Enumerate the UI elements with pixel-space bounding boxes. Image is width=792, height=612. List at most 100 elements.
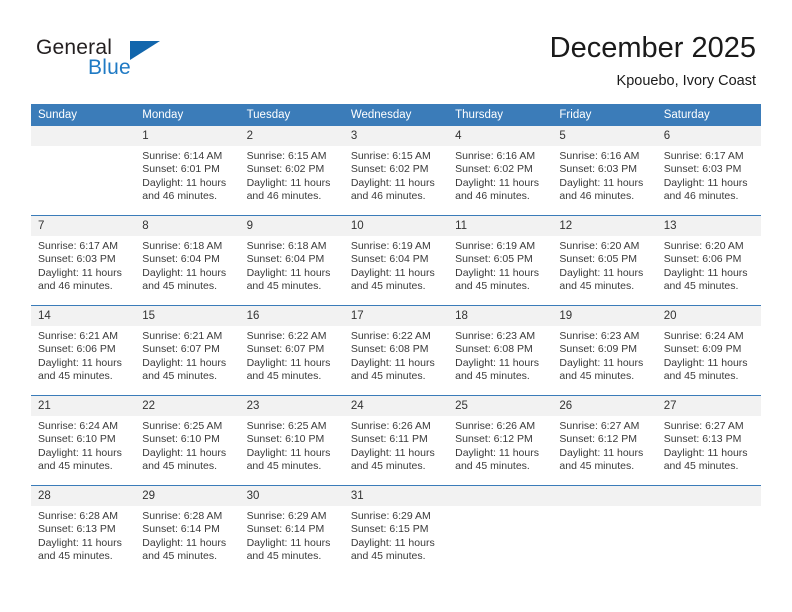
day-number: 11 [448,216,553,236]
calendar-day-cell[interactable]: 12 Sunrise: 6:20 AM Sunset: 6:05 PM Dayligh… [552,215,657,306]
day-sun-info: Sunrise: 6:16 AM Sunset: 6:02 PM Daylight:… [448,146,552,204]
daylight-duration-line1: Daylight: 11 hours [350,446,435,459]
calendar-day-cell[interactable]: 25 Sunrise: 6:26 AM Sunset: 6:12 PM Dayligh… [448,395,553,486]
calendar-day-cell[interactable]: 16 Sunrise: 6:22 AM Sunset: 6:07 PM Dayligh… [239,305,344,396]
daylight-duration-line2: and 45 minutes. [663,460,739,473]
sunset-time: Sunset: 6:15 PM [350,523,429,536]
daylight-duration-line2: and 46 minutes. [142,190,217,203]
daylight-duration-line2: and 45 minutes. [246,550,322,563]
calendar-day-cell[interactable]: 1 Sunrise: 6:14 AM Sunset: 6:01 PM Daylight… [135,126,240,216]
calendar-day-cell[interactable]: 9 Sunrise: 6:18 AM Sunset: 6:04 PM Daylight… [239,215,344,306]
calendar-day-cell[interactable]: 11 Sunrise: 6:19 AM Sunset: 6:05 PM Dayligh… [448,215,553,306]
calendar-day-cell[interactable]: 29 Sunrise: 6:28 AM Sunset: 6:14 PM Dayligh… [135,485,240,575]
calendar-day-cell[interactable]: 18 Sunrise: 6:23 AM Sunset: 6:08 PM Dayligh… [448,305,553,396]
sunrise-time: Sunrise: 6:25 AM [142,420,223,432]
sunrise-time: Sunrise: 6:25 AM [246,420,327,432]
calendar-week-row: 1 Sunrise: 6:14 AM Sunset: 6:01 PM Daylight… [31,126,761,216]
calendar-table: Sunday Monday Tuesday Wednesday Thursday… [31,104,761,575]
day-number: 24 [343,396,449,416]
calendar-day-cell[interactable]: 14 Sunrise: 6:21 AM Sunset: 6:06 PM Dayligh… [31,305,136,396]
calendar-day-cell[interactable]: 31 Sunrise: 6:29 AM Sunset: 6:15 PM Dayligh… [343,485,449,575]
daylight-duration-line1: Daylight: 11 hours [38,446,122,459]
sunset-time: Sunset: 6:03 PM [38,253,116,266]
calendar-day-cell[interactable]: 28 Sunrise: 6:28 AM Sunset: 6:13 PM Dayligh… [31,485,136,575]
calendar-day-cell[interactable]: 3 Sunrise: 6:15 AM Sunset: 6:02 PM Daylight… [343,126,449,216]
daylight-duration-line2: and 45 minutes. [38,370,113,383]
daylight-duration-line2: and 45 minutes. [38,550,113,563]
calendar-day-cell[interactable]: 2 Sunrise: 6:15 AM Sunset: 6:02 PM Daylight… [239,126,344,216]
day-number: 16 [239,306,344,326]
daylight-duration-line2: and 45 minutes. [38,460,113,473]
sunrise-time: Sunrise: 6:17 AM [663,150,744,162]
day-number: 27 [656,396,761,416]
daylight-duration-line1: Daylight: 11 hours [142,446,227,459]
calendar-day-cell-empty [31,126,136,216]
sunrise-time: Sunrise: 6:20 AM [559,240,640,252]
sunset-time: Sunset: 6:03 PM [663,163,742,176]
day-number: 18 [448,306,553,326]
calendar-day-cell[interactable]: 23 Sunrise: 6:25 AM Sunset: 6:10 PM Dayligh… [239,395,344,486]
day-number [448,486,553,506]
sunset-time: Sunset: 6:08 PM [455,343,533,356]
calendar-day-cell[interactable]: 26 Sunrise: 6:27 AM Sunset: 6:12 PM Dayligh… [552,395,657,486]
day-sun-info: Sunrise: 6:15 AM Sunset: 6:02 PM Daylight:… [240,146,344,204]
sunset-time: Sunset: 6:07 PM [142,343,220,356]
daylight-duration-line1: Daylight: 11 hours [663,266,748,279]
daylight-duration-line2: and 46 minutes. [663,190,739,203]
calendar-day-cell[interactable]: 6 Sunrise: 6:17 AM Sunset: 6:03 PM Daylight… [656,126,761,216]
calendar-day-cell[interactable]: 5 Sunrise: 6:16 AM Sunset: 6:03 PM Daylight… [552,126,657,216]
daylight-duration-line2: and 45 minutes. [142,370,217,383]
calendar-day-cell[interactable]: 13 Sunrise: 6:20 AM Sunset: 6:06 PM Dayligh… [656,215,761,306]
day-sun-info: Sunrise: 6:19 AM Sunset: 6:04 PM Daylight:… [344,236,448,294]
sunrise-time: Sunrise: 6:18 AM [142,240,223,252]
sunrise-time: Sunrise: 6:21 AM [142,330,223,342]
calendar-day-cell[interactable]: 27 Sunrise: 6:27 AM Sunset: 6:13 PM Dayligh… [656,395,761,486]
calendar-day-cell[interactable]: 24 Sunrise: 6:26 AM Sunset: 6:11 PM Dayligh… [343,395,449,486]
calendar-day-cell[interactable]: 15 Sunrise: 6:21 AM Sunset: 6:07 PM Dayligh… [135,305,240,396]
daylight-duration-line2: and 45 minutes. [142,280,217,293]
day-sun-info: Sunrise: 6:28 AM Sunset: 6:14 PM Daylight:… [135,506,239,564]
daylight-duration-line1: Daylight: 11 hours [246,356,331,369]
daylight-duration-line2: and 45 minutes. [559,460,635,473]
page-title: December 2025 [549,32,756,64]
calendar-day-cell[interactable]: 19 Sunrise: 6:23 AM Sunset: 6:09 PM Dayligh… [552,305,657,396]
calendar-day-cell-empty [448,485,553,575]
day-number: 19 [552,306,657,326]
calendar-day-cell[interactable]: 22 Sunrise: 6:25 AM Sunset: 6:10 PM Dayligh… [135,395,240,486]
daylight-duration-line1: Daylight: 11 hours [663,446,748,459]
calendar-week-row: 28 Sunrise: 6:28 AM Sunset: 6:13 PM Dayligh… [31,485,761,575]
daylight-duration-line1: Daylight: 11 hours [350,266,435,279]
daylight-duration-line2: and 46 minutes. [559,190,635,203]
day-number: 14 [31,306,136,326]
calendar-day-cell[interactable]: 4 Sunrise: 6:16 AM Sunset: 6:02 PM Daylight… [448,126,553,216]
day-number: 1 [135,126,240,146]
daylight-duration-line2: and 45 minutes. [142,550,217,563]
generalblue-logo[interactable]: General Blue [36,36,256,86]
sunrise-time: Sunrise: 6:27 AM [559,420,640,432]
weekday-header-sunday: Sunday [31,104,136,126]
day-number: 30 [239,486,344,506]
weekday-header-tuesday: Tuesday [239,104,344,126]
day-number: 15 [135,306,240,326]
calendar-day-cell[interactable]: 20 Sunrise: 6:24 AM Sunset: 6:09 PM Dayligh… [656,305,761,396]
calendar-day-cell[interactable]: 30 Sunrise: 6:29 AM Sunset: 6:14 PM Dayligh… [239,485,344,575]
sunset-time: Sunset: 6:04 PM [246,253,325,266]
daylight-duration-line2: and 45 minutes. [350,550,426,563]
sunset-time: Sunset: 6:02 PM [455,163,533,176]
sunset-time: Sunset: 6:04 PM [350,253,429,266]
sunrise-time: Sunrise: 6:14 AM [142,150,223,162]
daylight-duration-line2: and 45 minutes. [663,370,739,383]
sunrise-time: Sunrise: 6:15 AM [350,150,431,162]
calendar-day-cell-empty [656,485,761,575]
daylight-duration-line1: Daylight: 11 hours [246,266,331,279]
day-sun-info: Sunrise: 6:23 AM Sunset: 6:08 PM Daylight:… [448,326,552,384]
calendar-day-cell[interactable]: 10 Sunrise: 6:19 AM Sunset: 6:04 PM Dayligh… [343,215,449,306]
daylight-duration-line1: Daylight: 11 hours [559,176,644,189]
day-number: 4 [448,126,553,146]
calendar-day-cell[interactable]: 21 Sunrise: 6:24 AM Sunset: 6:10 PM Dayligh… [31,395,136,486]
calendar-day-cell[interactable]: 7 Sunrise: 6:17 AM Sunset: 6:03 PM Daylight… [31,215,136,306]
calendar-day-cell[interactable]: 17 Sunrise: 6:22 AM Sunset: 6:08 PM Dayligh… [343,305,449,396]
daylight-duration-line2: and 45 minutes. [663,280,739,293]
sunrise-time: Sunrise: 6:16 AM [455,150,536,162]
calendar-day-cell[interactable]: 8 Sunrise: 6:18 AM Sunset: 6:04 PM Daylight… [135,215,240,306]
